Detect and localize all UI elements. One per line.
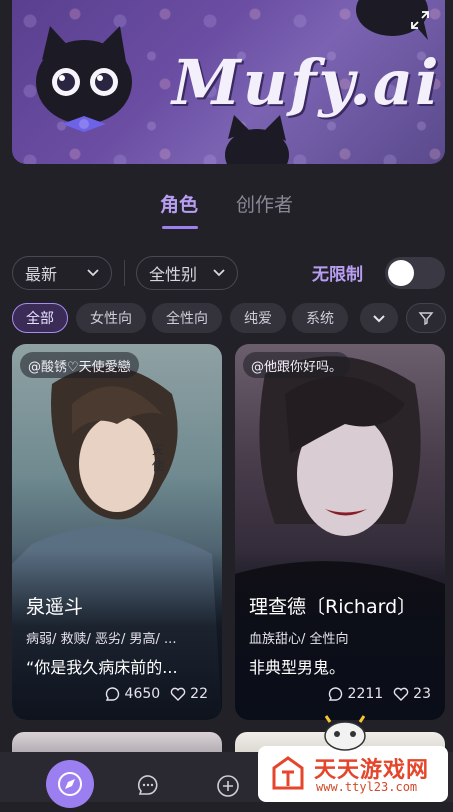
like-count: 22 <box>190 686 208 702</box>
character-intro: “你是我久病床前的... <box>26 658 178 677</box>
black-cat-decoration <box>225 115 289 164</box>
svg-text:天: 天 <box>152 443 164 457</box>
watermark-url: www.ttyl23.com <box>316 780 418 794</box>
more-tags-button[interactable] <box>360 303 398 333</box>
tab-characters[interactable]: 角色 <box>160 190 198 217</box>
creator-badge[interactable]: @他跟你好吗。 <box>243 352 351 378</box>
chevron-down-icon <box>87 269 99 277</box>
svg-text:使: 使 <box>152 458 164 473</box>
expand-icon[interactable] <box>407 10 433 36</box>
chip-all[interactable]: 全部 <box>12 303 68 333</box>
character-name: 泉遥斗 <box>26 596 84 618</box>
card-stats: 4650 22 <box>105 686 208 702</box>
unlimited-label: 无限制 <box>312 265 363 285</box>
chip-female-oriented[interactable]: 女性向 <box>76 303 146 333</box>
creator-badge[interactable]: @酸锈♡天使愛戀 <box>20 352 139 378</box>
filter-divider <box>124 260 125 286</box>
compass-icon <box>58 772 82 796</box>
heart-icon <box>393 687 409 701</box>
character-tags: 病弱/ 救赎/ 恶劣/ 男高/ ... <box>26 632 177 647</box>
game-controller-mascot-icon <box>324 715 366 751</box>
filter-icon <box>418 312 434 326</box>
banner-logo-text: Mufy.ai <box>172 46 441 119</box>
chip-all-orientation[interactable]: 全性向 <box>152 303 222 333</box>
filter-bar: 最新 全性别 无限制 <box>0 256 453 292</box>
unlimited-toggle[interactable] <box>385 257 445 289</box>
chat-count: 4650 <box>124 686 161 702</box>
hero-banner[interactable]: Mufy.ai <box>12 0 445 164</box>
character-intro: 非典型男鬼。 <box>249 658 346 677</box>
character-tags: 血族甜心/ 全性向 <box>249 632 349 647</box>
character-card[interactable]: 天 使 @酸锈♡天使愛戀 泉遥斗 病弱/ 救赎/ 恶劣/ 男高/ ... “你是… <box>12 344 222 720</box>
black-cat-illustration <box>36 26 132 132</box>
sort-dropdown-value: 最新 <box>25 265 58 284</box>
chip-system[interactable]: 系统 <box>292 303 348 333</box>
chat-icon[interactable] <box>137 774 159 796</box>
gender-dropdown-value: 全性别 <box>149 265 198 284</box>
card-stats: 2211 23 <box>328 686 431 702</box>
chat-count-icon <box>328 687 342 701</box>
nav-explore-button[interactable] <box>46 760 94 808</box>
active-tab-indicator <box>162 226 198 229</box>
tab-creators[interactable]: 创作者 <box>236 190 293 217</box>
character-name: 理查德〔Richard〕 <box>249 596 417 618</box>
character-card[interactable]: @他跟你好吗。 理查德〔Richard〕 血族甜心/ 全性向 非典型男鬼。 22… <box>235 344 445 720</box>
gender-dropdown[interactable]: 全性别 <box>136 256 238 290</box>
chat-count: 2211 <box>347 686 384 702</box>
like-count: 23 <box>413 686 431 702</box>
chat-count-icon <box>105 687 119 701</box>
filter-button[interactable] <box>406 303 446 333</box>
watermark-logo-icon <box>272 756 304 790</box>
add-icon[interactable] <box>216 774 240 798</box>
tag-chips: 全部 女性向 全性向 纯爱 系统 <box>0 303 453 335</box>
sort-dropdown[interactable]: 最新 <box>12 256 112 290</box>
category-tabs: 角色 创作者 <box>0 190 453 234</box>
heart-icon <box>170 687 186 701</box>
chevron-down-icon <box>213 269 225 277</box>
chip-pure-love[interactable]: 纯爱 <box>230 303 286 333</box>
chevron-down-icon <box>373 315 385 323</box>
toggle-knob <box>388 260 414 286</box>
